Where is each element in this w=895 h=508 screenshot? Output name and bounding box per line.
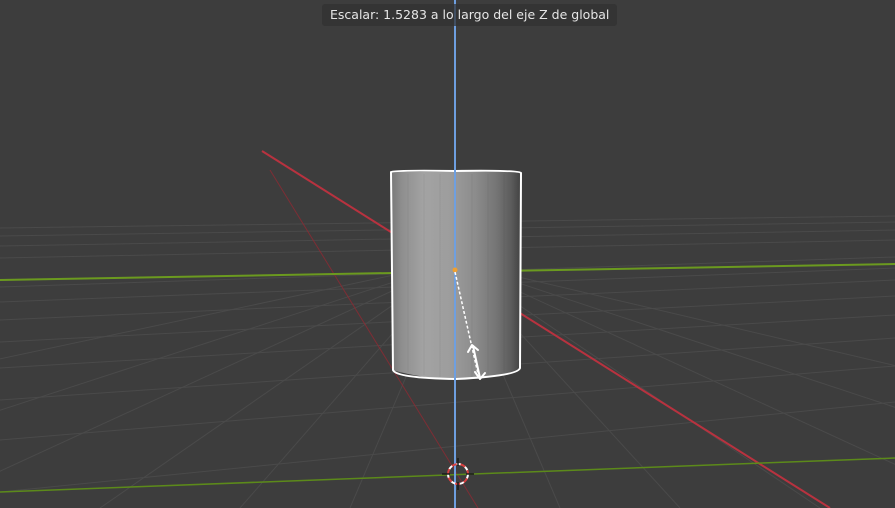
3d-viewport[interactable]: Escalar: 1.5283 a lo largo del eje Z de … xyxy=(0,0,895,508)
object-origin xyxy=(452,267,458,273)
x-axis-line xyxy=(261,150,831,508)
viewport-scene xyxy=(0,0,895,508)
operation-status-text: Escalar: 1.5283 a lo largo del eje Z de … xyxy=(322,4,618,26)
